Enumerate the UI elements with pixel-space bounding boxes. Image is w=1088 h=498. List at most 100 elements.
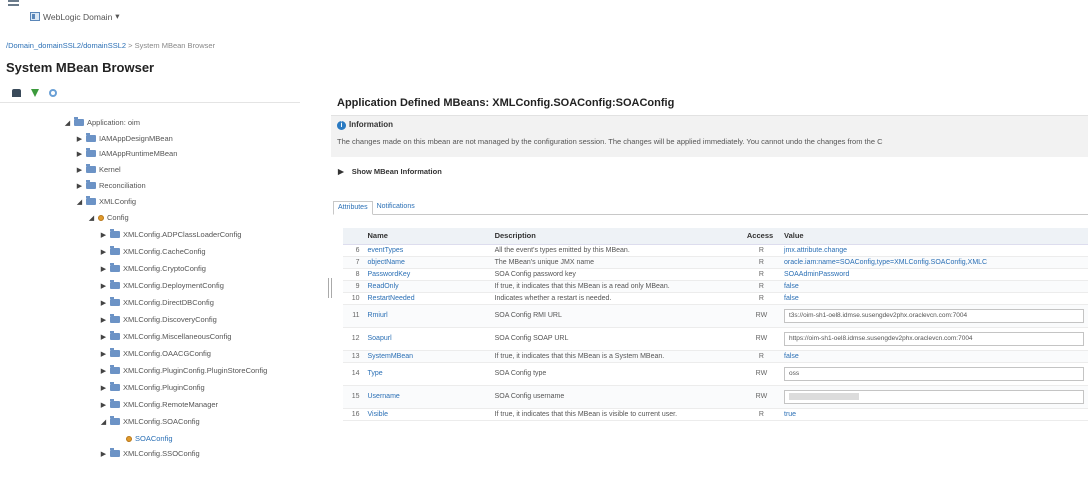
filter-icon[interactable] <box>31 89 39 97</box>
show-mbean-information-toggle[interactable]: ▶ Show MBean Information <box>338 167 442 176</box>
attribute-value-link[interactable]: jmx.attribute.change <box>780 244 1088 257</box>
tree-node-label: XMLConfig <box>99 197 137 206</box>
attribute-value-link[interactable]: true <box>780 408 1088 421</box>
expand-arrow-icon[interactable]: ▶ <box>100 299 107 307</box>
weblogic-domain-menu[interactable]: WebLogic Domain ▾ <box>30 11 120 22</box>
attribute-name-link[interactable]: RestartNeeded <box>363 292 491 305</box>
col-header-index <box>343 228 364 245</box>
expand-arrow-icon[interactable]: ▶ <box>100 450 107 458</box>
binoculars-icon[interactable] <box>12 89 21 97</box>
tree-node[interactable]: ◢ XMLConfig.SOAConfig <box>100 416 200 426</box>
col-header-description[interactable]: Description <box>490 228 743 245</box>
attribute-value-input[interactable]: t3s://oim-sh1-oel8.idmse.susengdev2phx.o… <box>784 308 1084 323</box>
tree-node[interactable]: ▶ XMLConfig.MiscellaneousConfig <box>100 331 231 341</box>
tree-node[interactable]: ▶ XMLConfig.PluginConfig <box>100 382 205 392</box>
tree-node[interactable]: ▶ XMLConfig.ADPClassLoaderConfig <box>100 229 241 239</box>
collapse-arrow-icon[interactable]: ◢ <box>88 214 95 222</box>
tree-node[interactable]: ▶ XMLConfig.CacheConfig <box>100 246 206 256</box>
col-header-access[interactable]: Access <box>742 228 780 245</box>
tree-node-label: XMLConfig.DeploymentConfig <box>123 281 224 290</box>
tree-node-label: XMLConfig.RemoteManager <box>123 400 219 409</box>
attribute-name-link[interactable]: ReadOnly <box>363 280 491 293</box>
breadcrumb-domain-link[interactable]: /Domain_domainSSL2/domainSSL2 <box>6 41 126 50</box>
expand-arrow-icon[interactable]: ▶ <box>76 135 83 143</box>
expand-arrow-icon[interactable]: ▶ <box>100 231 107 239</box>
attribute-name-link[interactable]: Rmiurl <box>363 304 491 328</box>
attribute-value-link[interactable]: SOAAdminPassword <box>780 268 1088 281</box>
tree-node[interactable]: ▶ Kernel <box>76 164 121 174</box>
tree-node[interactable]: ▶ XMLConfig.PluginConfig.PluginStoreConfi… <box>100 365 267 375</box>
tab-notifications[interactable]: Notifications <box>373 201 419 215</box>
tree-node[interactable]: ◢ Config <box>88 213 129 222</box>
refresh-icon[interactable] <box>49 89 57 97</box>
attribute-value-link[interactable]: false <box>780 292 1088 305</box>
folder-icon <box>110 297 120 306</box>
attribute-name-link[interactable]: eventTypes <box>363 244 491 257</box>
attribute-name-link[interactable]: Username <box>363 385 491 409</box>
tree-node[interactable]: ▶ XMLConfig.RemoteManager <box>100 399 219 409</box>
masked-value <box>789 392 859 400</box>
attribute-name-link[interactable]: PasswordKey <box>363 268 491 281</box>
collapse-arrow-icon[interactable]: ◢ <box>100 418 107 426</box>
hamburger-menu-icon[interactable] <box>8 0 19 9</box>
attribute-value-link[interactable]: oracle.iam:name=SOAConfig,type=XMLConfig… <box>780 256 1088 269</box>
row-index: 8 <box>343 268 364 281</box>
attribute-value-link[interactable]: false <box>780 350 1088 363</box>
attribute-value-input[interactable]: oss <box>784 366 1084 381</box>
collapse-arrow-icon[interactable]: ◢ <box>64 119 71 127</box>
folder-icon <box>86 164 96 173</box>
attribute-value-cell: https://oim-sh1-oel8.idmse.susengdev2phx… <box>780 327 1088 351</box>
expand-arrow-icon[interactable]: ▶ <box>76 182 83 190</box>
expand-arrow-icon[interactable]: ▶ <box>100 401 107 409</box>
attribute-value-link[interactable]: false <box>780 280 1088 293</box>
expand-arrow-icon[interactable]: ▶ <box>100 316 107 324</box>
tree-node[interactable]: ◢ Application: oim <box>64 117 140 127</box>
tree-node-label: XMLConfig.DiscoveryConfig <box>123 315 217 324</box>
pane-splitter-handle[interactable] <box>328 278 332 298</box>
expand-arrow-icon[interactable]: ▶ <box>76 166 83 174</box>
tree-node[interactable]: ▶ XMLConfig.CryptoConfig <box>100 263 206 273</box>
attribute-name-link[interactable]: Soapurl <box>363 327 491 351</box>
collapse-arrow-icon[interactable]: ◢ <box>76 198 83 206</box>
expand-arrow-icon[interactable]: ▶ <box>100 350 107 358</box>
attribute-value-cell <box>780 385 1088 409</box>
expand-arrow-icon[interactable]: ▶ <box>100 333 107 341</box>
tree-node[interactable]: ▶ Reconciliation <box>76 180 146 190</box>
attribute-description: SOA Config type <box>490 362 743 386</box>
tree-node[interactable]: ▶ IAMAppRuntimeMBean <box>76 148 177 158</box>
tree-node[interactable]: ▶ IAMAppDesignMBean <box>76 133 173 143</box>
tree-node[interactable]: ▶ XMLConfig.OAACGConfig <box>100 348 211 358</box>
tree-node[interactable]: ▶ XMLConfig.DirectDBConfig <box>100 297 214 307</box>
col-header-name[interactable]: Name <box>363 228 491 245</box>
tree-node[interactable]: ◢ XMLConfig <box>76 196 137 206</box>
col-header-value[interactable]: Value <box>780 228 1088 245</box>
attribute-name-link[interactable]: Visible <box>363 408 491 421</box>
attribute-value-input[interactable]: https://oim-sh1-oel8.idmse.susengdev2phx… <box>784 331 1084 346</box>
tree-node[interactable]: SOAConfig <box>116 434 173 443</box>
tree-node[interactable]: ▶ XMLConfig.DiscoveryConfig <box>100 314 217 324</box>
attribute-description: SOA Config username <box>490 385 743 409</box>
tree-node[interactable]: ▶ XMLConfig.DeploymentConfig <box>100 280 224 290</box>
attribute-name-link[interactable]: Type <box>363 362 491 386</box>
breadcrumb-current: > System MBean Browser <box>126 41 216 50</box>
tree-node-label: XMLConfig.OAACGConfig <box>123 349 211 358</box>
folder-icon <box>110 416 120 425</box>
expand-arrow-icon[interactable]: ▶ <box>100 265 107 273</box>
expand-arrow-icon[interactable]: ▶ <box>100 367 107 375</box>
expand-arrow-icon[interactable]: ▶ <box>100 384 107 392</box>
expand-arrow-icon[interactable]: ▶ <box>100 282 107 290</box>
tab-attributes[interactable]: Attributes <box>333 201 373 215</box>
tree-node[interactable]: ▶ XMLConfig.SSOConfig <box>100 448 200 458</box>
attribute-name-link[interactable]: objectName <box>363 256 491 269</box>
folder-icon <box>110 348 120 357</box>
table-row: 14 Type SOA Config type RW oss <box>343 362 1088 386</box>
tree-node-label: Kernel <box>99 165 121 174</box>
information-label: Information <box>349 120 393 129</box>
attribute-value-input[interactable] <box>784 389 1084 404</box>
row-index: 13 <box>343 350 364 363</box>
attribute-name-link[interactable]: SystemMBean <box>363 350 491 363</box>
expand-arrow-icon[interactable]: ▶ <box>100 248 107 256</box>
expand-arrow-icon[interactable]: ▶ <box>76 150 83 158</box>
tab-bar: Attributes Notifications <box>333 201 1088 215</box>
row-index: 9 <box>343 280 364 293</box>
